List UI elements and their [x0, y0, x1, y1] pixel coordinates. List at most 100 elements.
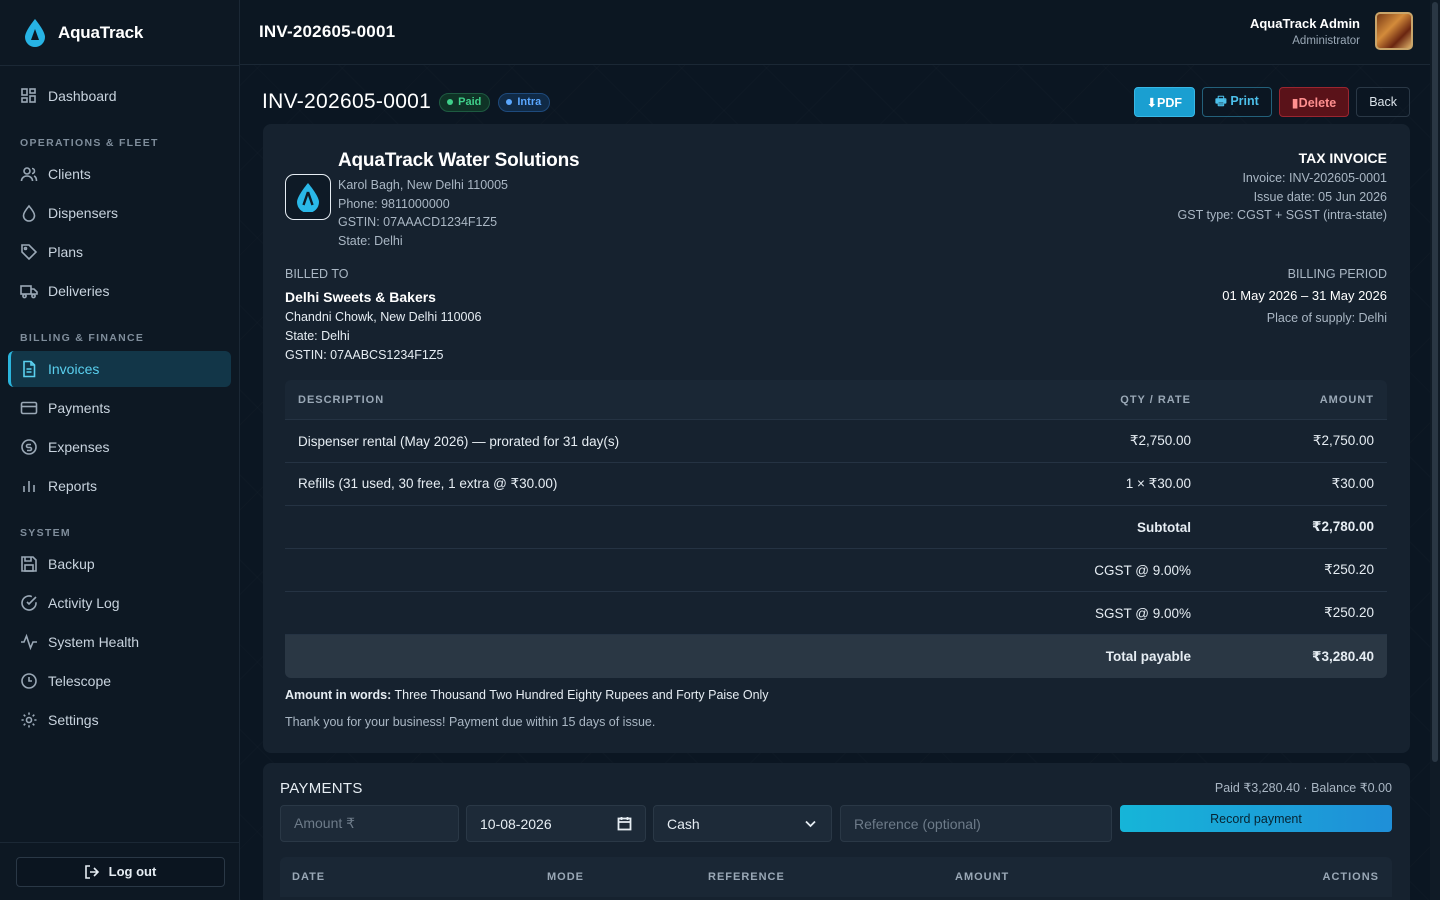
sidebar-item-settings[interactable]: Settings: [8, 702, 231, 738]
sidebar-item-clients[interactable]: Clients: [8, 156, 231, 192]
invoice-table: DESCRIPTION QTY / RATE AMOUNT Dispenser …: [285, 380, 1387, 678]
sidebar-item-backup[interactable]: Backup: [8, 546, 231, 582]
sidebar-item-system-health[interactable]: System Health: [8, 624, 231, 660]
sidebar-item-dispensers[interactable]: Dispensers: [8, 195, 231, 231]
logout-label: Log out: [108, 864, 157, 879]
record-payment-button[interactable]: Record payment: [1120, 805, 1392, 832]
credit-card-icon: [20, 399, 38, 417]
invoice-card: AquaTrack Water Solutions Karol Bagh, Ne…: [263, 124, 1410, 753]
sidebar-item-expenses[interactable]: Expenses: [8, 429, 231, 465]
sidebar-item-label: Activity Log: [48, 595, 120, 611]
sidebar-item-dashboard[interactable]: Dashboard: [8, 78, 231, 114]
sidebar-item-plans[interactable]: Plans: [8, 234, 231, 270]
calendar-icon[interactable]: [617, 816, 632, 831]
amount-in-words-label: Amount in words:: [285, 688, 392, 702]
page-actions: ⬇PDF 🖶 Print ▮Delete Back: [1127, 87, 1410, 117]
sidebar-item-telescope[interactable]: Telescope: [8, 663, 231, 699]
amount-in-words: Amount in words: Three Thousand Two Hund…: [285, 688, 769, 702]
company-address: Karol Bagh, New Delhi 110005: [338, 178, 509, 192]
billed-to-label: BILLED TO: [285, 267, 349, 281]
thank-you-note: Thank you for your business! Payment due…: [285, 715, 656, 729]
sidebar-item-label: Clients: [48, 166, 91, 182]
client-state: State: Delhi: [285, 329, 350, 343]
section-label-ops: OPERATIONS & FLEET: [20, 137, 159, 149]
reference-input[interactable]: Reference (optional): [840, 805, 1112, 842]
payments-table-header: DATE MODE REFERENCE AMOUNT ACTIONS: [280, 857, 1392, 897]
status-badge-paid: Paid: [439, 92, 491, 112]
tag-icon: [20, 243, 38, 261]
status-dot: [506, 99, 513, 105]
client-name: Delhi Sweets & Bakers: [285, 289, 436, 305]
table-row: Dispenser rental (May 2026) — prorated f…: [285, 420, 1387, 463]
payment-date-value: 10-08-2026: [480, 815, 552, 832]
activity-icon: [20, 633, 38, 651]
user-menu[interactable]: AquaTrack Admin Administrator: [1250, 12, 1413, 50]
sidebar-footer: Log out: [0, 842, 240, 900]
sidebar-item-label: Expenses: [48, 439, 110, 455]
sidebar-item-deliveries[interactable]: Deliveries: [8, 273, 231, 309]
payments-title: PAYMENTS: [280, 780, 363, 797]
sidebar-item-label: Reports: [48, 478, 98, 494]
logout-button[interactable]: Log out: [15, 856, 225, 887]
page-title: INV-202605-0001: [262, 90, 432, 113]
sidebar-item-reports[interactable]: Reports: [8, 468, 231, 504]
column-header-amount: AMOUNT: [955, 871, 1010, 883]
gear-icon: [20, 711, 38, 729]
badge-label: Intra: [517, 96, 542, 108]
billing-period-label: BILLING PERIOD: [1287, 267, 1387, 281]
subtotal-value: ₹2,780.00: [1312, 519, 1374, 534]
drop-icon: [20, 204, 38, 222]
line-amount: ₹30.00: [1331, 476, 1374, 491]
amount-input[interactable]: Amount ₹: [280, 805, 459, 842]
back-button[interactable]: Back: [1356, 87, 1410, 117]
invoice-number: Invoice: INV-202605-0001: [1242, 171, 1387, 185]
column-header-mode: MODE: [547, 871, 584, 883]
column-header-qty-rate: QTY / RATE: [1120, 393, 1191, 406]
user-info: AquaTrack Admin Administrator: [1250, 16, 1360, 47]
tax-invoice-heading: TAX INVOICE: [1298, 150, 1387, 166]
company-details: AquaTrack Water Solutions Karol Bagh, Ne…: [338, 150, 580, 252]
payments-card: PAYMENTS Paid ₹3,280.40 · Balance ₹0.00 …: [263, 763, 1410, 900]
cgst-value: ₹250.20: [1324, 562, 1374, 577]
cgst-row: CGST @ 9.00% ₹250.20: [285, 549, 1387, 592]
sidebar-item-activity-log[interactable]: Activity Log: [8, 585, 231, 621]
scrollbar-thumb[interactable]: [1432, 2, 1438, 762]
sidebar-item-label: Invoices: [48, 361, 100, 377]
sidebar-item-payments[interactable]: Payments: [8, 390, 231, 426]
brand[interactable]: AquaTrack: [0, 0, 239, 66]
billing-period-value: 01 May 2026 – 31 May 2026: [1222, 288, 1387, 303]
save-icon: [20, 555, 38, 573]
sgst-value: ₹250.20: [1324, 605, 1374, 620]
billed-to: BILLED TO Delhi Sweets & Bakers Chandni …: [285, 267, 481, 367]
payment-date-input[interactable]: 10-08-2026: [466, 805, 646, 842]
sidebar-item-label: Settings: [48, 712, 99, 728]
payment-mode-value: Cash: [667, 815, 700, 832]
truck-icon: [20, 282, 38, 300]
clock-icon: [20, 672, 38, 690]
line-description: Refills (31 used, 30 free, 1 extra @ ₹30…: [298, 476, 558, 491]
avatar[interactable]: [1375, 12, 1413, 50]
sidebar-item-label: Plans: [48, 244, 84, 260]
column-header-date: DATE: [292, 871, 326, 883]
total-label: Total payable: [1105, 649, 1191, 664]
top-bar: INV-202605-0001 AquaTrack Admin Administ…: [240, 0, 1430, 65]
sidebar-item-label: System Health: [48, 634, 140, 650]
sidebar-item-invoices[interactable]: Invoices: [8, 351, 231, 387]
line-description: Dispenser rental (May 2026) — prorated f…: [298, 433, 620, 449]
table-row: Refills (31 used, 30 free, 1 extra @ ₹30…: [285, 463, 1387, 506]
sidebar-item-label: Dashboard: [48, 88, 117, 104]
delete-button[interactable]: ▮Delete: [1278, 87, 1350, 117]
cgst-label: CGST @ 9.00%: [1094, 562, 1191, 578]
payment-mode-select[interactable]: Cash: [653, 805, 832, 842]
print-button[interactable]: 🖶 Print: [1202, 87, 1272, 117]
client-gstin: GSTIN: 07AABCS1234F1Z5: [285, 348, 444, 362]
check-circle-icon: [20, 594, 38, 612]
bar-chart-icon: [20, 477, 38, 495]
pdf-button[interactable]: ⬇PDF: [1133, 87, 1196, 117]
sidebar-item-label: Deliveries: [48, 283, 110, 299]
sidebar: AquaTrack Dashboard OPERATIONS & FLEET C…: [0, 0, 240, 900]
scrollbar[interactable]: [1430, 0, 1440, 900]
place-of-supply: Place of supply: Delhi: [1266, 311, 1387, 325]
file-text-icon: [20, 360, 38, 378]
users-icon: [20, 165, 38, 183]
